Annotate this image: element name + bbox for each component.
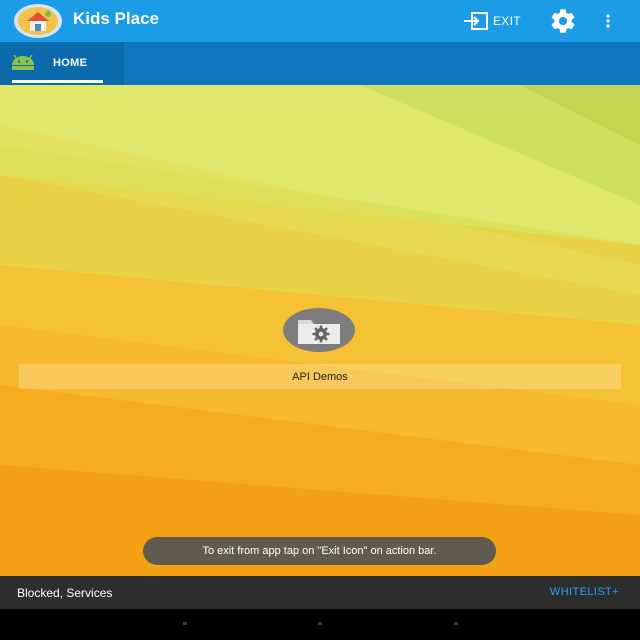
overflow-menu-icon xyxy=(606,14,610,28)
toast-text: To exit from app tap on "Exit Icon" on a… xyxy=(202,545,437,557)
api-demos-label-strip[interactable]: API Demos xyxy=(19,364,621,389)
settings-button[interactable] xyxy=(547,6,579,36)
tab-home[interactable]: HOME xyxy=(0,42,124,85)
api-demos-app-icon[interactable] xyxy=(283,308,355,352)
whitelist-button[interactable]: WHITELIST+ xyxy=(550,586,619,598)
kids-place-logo-icon xyxy=(13,3,63,39)
api-demos-label: API Demos xyxy=(292,370,348,383)
exit-icon xyxy=(464,12,488,30)
overflow-menu-button[interactable] xyxy=(598,6,618,36)
exit-label: EXIT xyxy=(493,14,521,28)
android-icon xyxy=(12,55,34,70)
nav-back-button[interactable] xyxy=(183,622,187,625)
nav-home-button[interactable] xyxy=(318,622,322,625)
tab-selected-indicator xyxy=(12,80,103,83)
tab-bar: HOME xyxy=(0,42,640,85)
bottom-status-bar: Blocked, Services WHITELIST+ xyxy=(0,576,640,609)
nav-recents-button[interactable] xyxy=(454,622,458,625)
status-text: Blocked, Services xyxy=(17,586,113,600)
screen: Kids Place EXIT HOME API Demos To exit f… xyxy=(0,0,640,640)
toast-message: To exit from app tap on "Exit Icon" on a… xyxy=(143,537,496,565)
action-bar: Kids Place EXIT xyxy=(0,0,640,42)
exit-button[interactable]: EXIT xyxy=(463,6,535,36)
gear-icon xyxy=(551,9,575,33)
system-nav-bar xyxy=(0,609,640,640)
folder-gear-icon xyxy=(283,308,355,352)
app-title: Kids Place xyxy=(73,9,159,28)
tab-home-label: HOME xyxy=(53,57,88,69)
